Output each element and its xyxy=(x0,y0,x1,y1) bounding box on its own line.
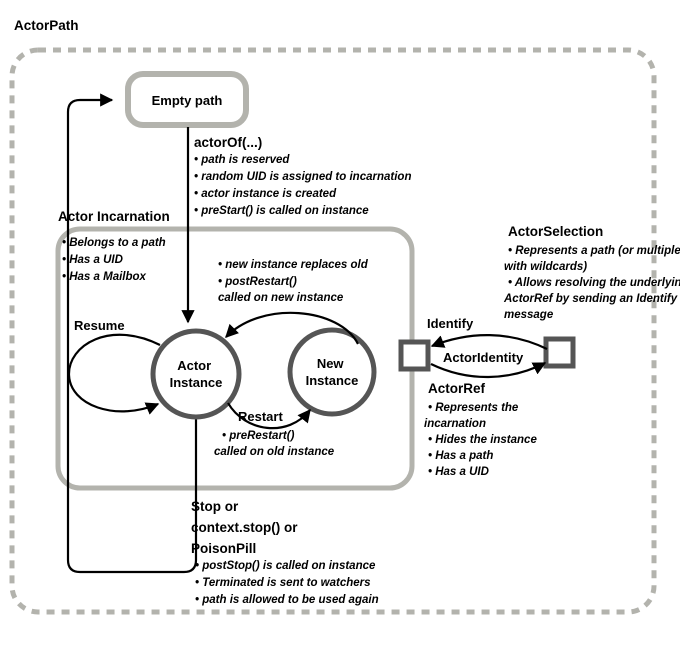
stop-bullet-3: path is allowed to be used again xyxy=(201,594,378,606)
actor-of-bullet-4: preStart() is called on instance xyxy=(200,205,369,217)
actor-of-bullets: • path is reserved • random UID is assig… xyxy=(194,154,415,217)
diagram-canvas: ActorPath Actor Incarnation • Belongs to… xyxy=(9,18,680,615)
identify-edge xyxy=(430,334,548,350)
actor-of-bullet-2: random UID is assigned to incarnation xyxy=(201,171,411,183)
restart-continuation: called on old instance xyxy=(214,446,335,458)
actor-selection-line4: ActorRef by sending an Identify xyxy=(503,293,678,305)
actor-selection-line5: message xyxy=(504,309,554,321)
actor-of-label: actorOf(...) xyxy=(194,135,262,150)
actor-instance-node xyxy=(150,328,242,420)
actor-ref-line2: incarnation xyxy=(424,418,486,430)
actor-selection-line1: Represents a path (or multiple xyxy=(515,245,680,257)
incarnation-bullet-2: Has a UID xyxy=(69,254,123,266)
actor-identity-label: ActorIdentity xyxy=(443,350,524,365)
actorpath-label: ActorPath xyxy=(14,18,79,33)
stop-label-line2: context.stop() or xyxy=(191,520,298,535)
actor-selection-line3: Allows resolving the underlying xyxy=(514,277,680,289)
restart-out-bullet-1: new instance replaces old xyxy=(225,259,369,271)
actor-ref-line3: Hides the instance xyxy=(435,434,537,446)
actor-instance-line1: Actor xyxy=(177,358,211,373)
stop-bullet-2: Terminated is sent to watchers xyxy=(202,577,370,589)
actor-ref-text: • Represents the incarnation • Hides the… xyxy=(424,402,540,478)
restart-bullet-1: preRestart() xyxy=(228,430,294,442)
stop-label-line1: Stop or xyxy=(191,499,239,514)
actor-ref-title: ActorRef xyxy=(428,381,486,396)
restart-label: Restart xyxy=(238,409,283,424)
actor-incarnation-label: Actor Incarnation xyxy=(58,209,170,224)
new-instance-line1: New xyxy=(317,356,345,371)
actor-selection-node xyxy=(543,336,576,369)
identify-label: Identify xyxy=(427,316,474,331)
resume-label: Resume xyxy=(74,318,125,333)
incarnation-bullet-3: Has a Mailbox xyxy=(69,271,146,283)
stop-label-line3: PoisonPill xyxy=(191,541,256,556)
actor-selection-title: ActorSelection xyxy=(508,224,603,239)
stop-bullet-1: postStop() is called on instance xyxy=(201,560,376,572)
actor-of-bullet-3: actor instance is created xyxy=(201,188,337,200)
actor-ref-node xyxy=(398,339,431,372)
actor-ref-line1: Represents the xyxy=(435,402,519,414)
actor-instance-line2: Instance xyxy=(170,375,223,390)
new-instance-node xyxy=(287,327,377,417)
actor-identity-edge xyxy=(430,362,547,379)
new-instance-line2: Instance xyxy=(306,373,359,388)
actor-ref-line4: Has a path xyxy=(435,450,493,462)
incarnation-bullet-1: Belongs to a path xyxy=(69,237,165,249)
actor-selection-text: • Represents a path (or multiple with wi… xyxy=(503,245,680,321)
restart-out-bullet-2: postRestart() xyxy=(224,276,297,288)
restart-out-continuation: called on new instance xyxy=(218,292,344,304)
actor-lifecycle-diagram: ActorPath Actor Incarnation • Belongs to… xyxy=(0,0,680,650)
actor-selection-line2: with wildcards) xyxy=(504,261,587,273)
empty-path-label: Empty path xyxy=(152,93,223,108)
stop-label: Stop or context.stop() or PoisonPill xyxy=(191,499,301,556)
stop-bullets: • postStop() is called on instance • Ter… xyxy=(195,560,379,606)
actor-ref-line5: Has a UID xyxy=(435,466,489,478)
actor-of-bullet-1: path is reserved xyxy=(200,154,290,166)
